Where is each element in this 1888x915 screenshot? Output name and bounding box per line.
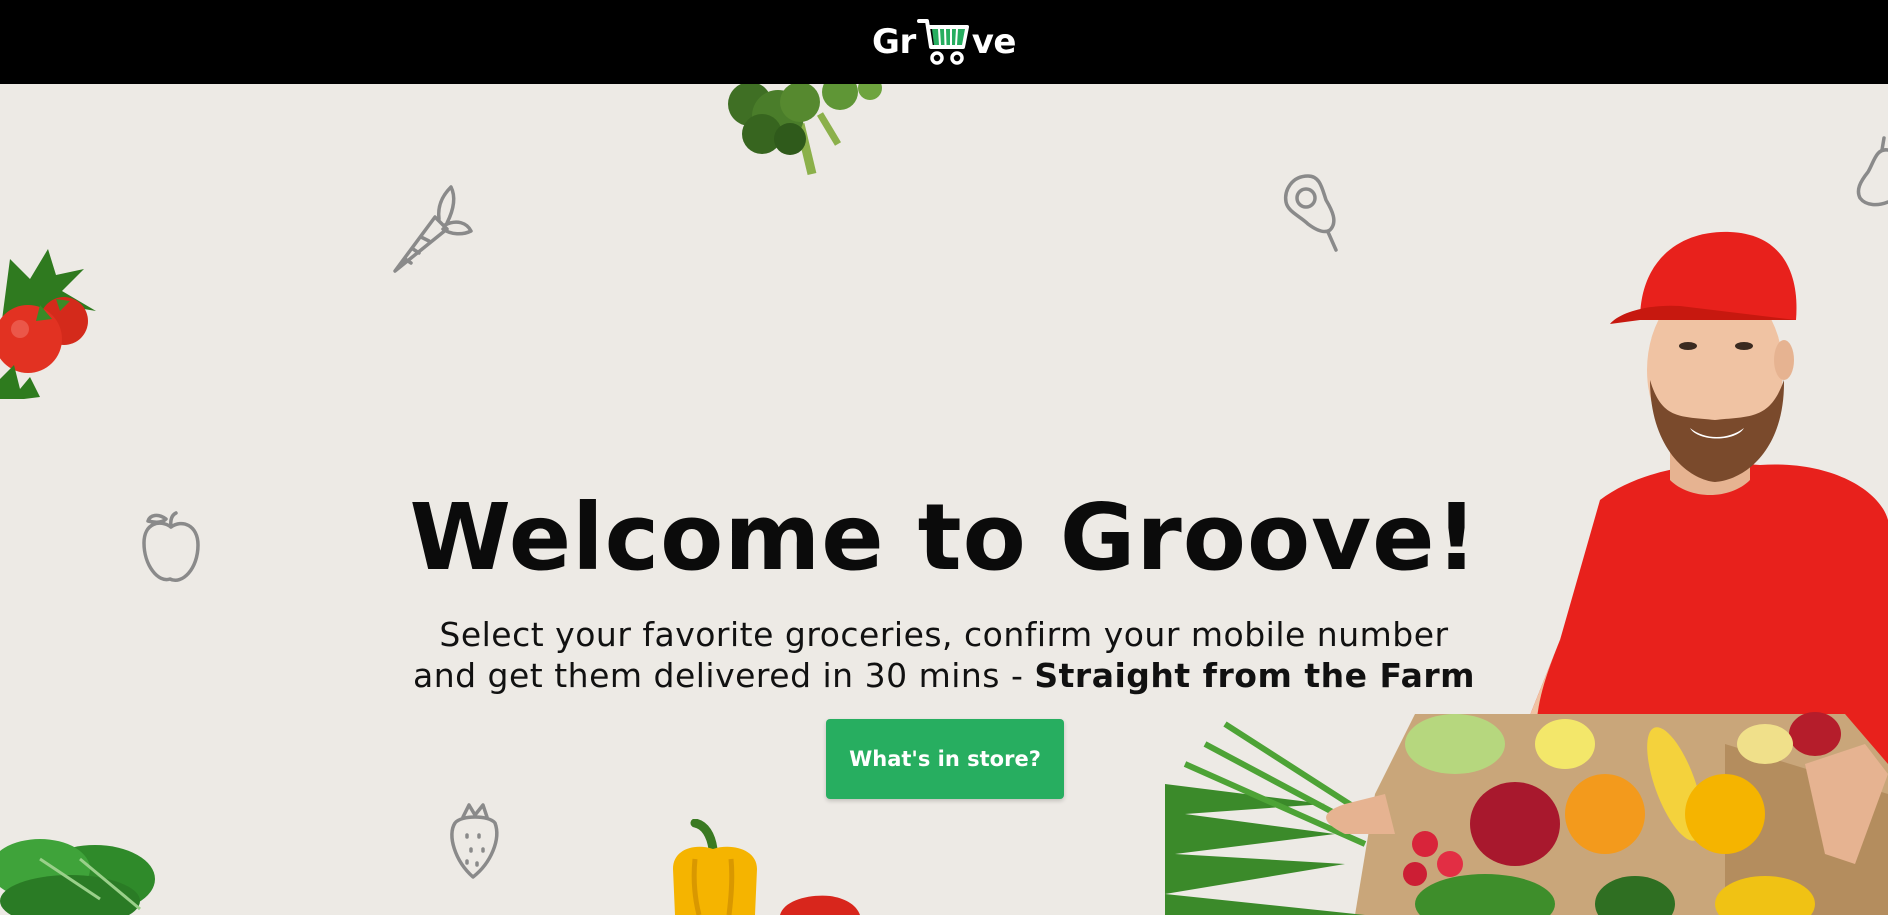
produce-box-image — [1165, 712, 1888, 915]
avocado-icon — [1283, 174, 1338, 252]
hero-subtitle: Select your favorite groceries, confirm … — [0, 614, 1888, 696]
logo-text-start: Gr — [872, 22, 916, 62]
pear-icon — [1856, 136, 1888, 207]
carrot-icon — [393, 185, 473, 273]
groove-logo[interactable]: Gr ve — [872, 17, 1016, 67]
whats-in-store-button[interactable]: What's in store? — [826, 719, 1064, 799]
shopping-cart-icon — [916, 19, 969, 65]
tomato-image — [0, 249, 96, 399]
red-pepper-image — [780, 895, 860, 915]
hero-title: Welcome to Groove! — [409, 484, 1479, 591]
hero-subtitle-highlight: Straight from the Farm — [1034, 656, 1476, 695]
hero-subtitle-line1: Select your favorite groceries, confirm … — [439, 615, 1449, 654]
hero-section: Welcome to Groove! Select your favorite … — [0, 84, 1888, 915]
spinach-image — [0, 839, 155, 915]
broccoli-image — [728, 84, 882, 176]
strawberry-icon — [450, 803, 499, 879]
logo-text-end: ve — [971, 22, 1017, 62]
yellow-pepper-image — [673, 819, 757, 915]
hero-subtitle-line2: and get them delivered in 30 mins - — [412, 656, 1035, 695]
top-header: Gr ve — [0, 0, 1888, 84]
